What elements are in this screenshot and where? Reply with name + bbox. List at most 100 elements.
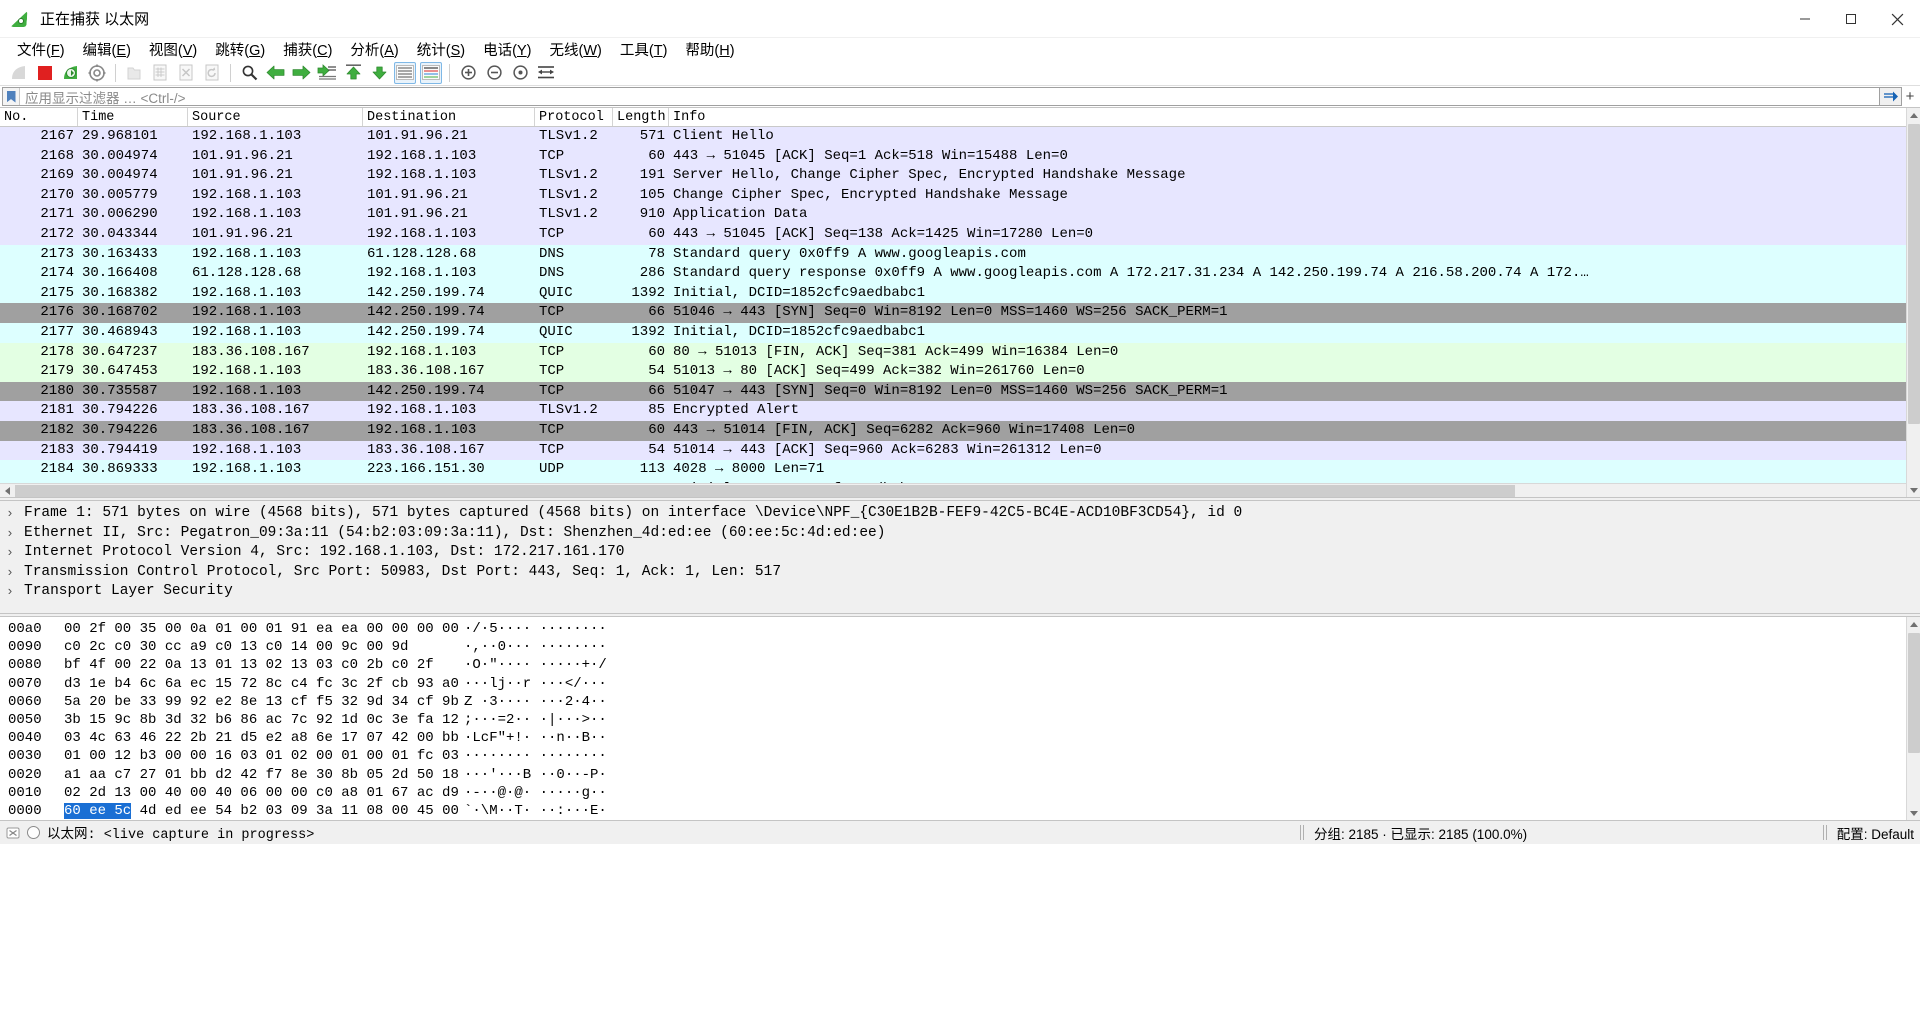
detail-row[interactable]: › Frame 1: 571 bytes on wire (4568 bits),… [0, 504, 1920, 524]
cell-info: 80 → 51013 [FIN, ACK] Seq=381 Ack=499 Wi… [673, 343, 1119, 360]
zoom-out-icon[interactable] [483, 62, 505, 84]
table-row[interactable]: 2179 30.647453 192.168.1.103 183.36.108.167… [0, 362, 1920, 382]
vscroll-thumb[interactable] [1908, 124, 1920, 424]
zoom-in-icon[interactable] [457, 62, 479, 84]
table-row[interactable]: 2175 30.168382 192.168.1.103 142.250.199.74… [0, 283, 1920, 304]
autoscroll-icon[interactable] [394, 61, 416, 84]
expand-chevron-right-icon[interactable]: › [6, 543, 24, 563]
table-row[interactable]: 2182 30.794226 183.36.108.167 192.168.1.103… [0, 420, 1920, 441]
table-row[interactable]: 2181 30.794226 183.36.108.167 192.168.1.103… [0, 401, 1920, 421]
table-row[interactable]: 2174 30.166408 61.128.128.68 192.168.1.103 D… [0, 264, 1920, 284]
menu-a[interactable]: 分析(A) [341, 38, 407, 61]
hex-row[interactable]: 0060 5a 20 be 33 99 92 e2 8e 13 cf f5 32 … [0, 693, 1920, 711]
detail-row[interactable]: › Internet Protocol Version 4, Src: 192.1… [0, 543, 1920, 563]
hex-vscrollbar[interactable] [1906, 617, 1920, 821]
menu-s[interactable]: 统计(S) [408, 38, 474, 61]
column-header-protocol[interactable]: Protocol [535, 108, 613, 126]
table-row[interactable]: 2167 29.968101 192.168.1.103 101.91.96.21 TL… [0, 127, 1920, 147]
menu-c[interactable]: 捕获(C) [274, 38, 341, 61]
go-back-icon[interactable] [264, 62, 286, 84]
table-row[interactable]: 2168 30.004974 101.91.96.21 192.168.1.103 TC… [0, 146, 1920, 167]
table-row[interactable]: 2176 30.168702 192.168.1.103 142.250.199.74… [0, 303, 1920, 323]
go-forward-icon[interactable] [290, 62, 312, 84]
expand-chevron-right-icon[interactable]: › [6, 563, 24, 583]
table-row[interactable]: 2183 30.794419 192.168.1.103 183.36.108.167… [0, 440, 1920, 461]
menu-e[interactable]: 编辑(E) [74, 38, 140, 61]
column-header-source[interactable]: Source [188, 108, 363, 126]
go-to-first-icon[interactable] [342, 62, 364, 84]
hscroll-left-arrow-icon[interactable] [0, 484, 14, 497]
packet-details-pane[interactable]: › Frame 1: 571 bytes on wire (4568 bits),… [0, 501, 1920, 613]
detail-row[interactable]: › Transport Layer Security [0, 582, 1920, 602]
cell-no: 2180 [40, 382, 74, 399]
capture-status-icon[interactable] [27, 826, 40, 840]
stop-capture-icon[interactable] [34, 62, 56, 84]
hscroll-thumb[interactable] [15, 485, 1515, 497]
column-header-info[interactable]: Info [669, 108, 1920, 126]
expand-chevron-right-icon[interactable]: › [6, 524, 24, 544]
hex-row[interactable]: 0090 c0 2c c0 30 cc a9 c0 13 c0 14 00 9c … [0, 638, 1920, 656]
display-filter-input[interactable]: 应用显示过滤器 … <Ctrl-/> [2, 87, 1880, 106]
hex-row[interactable]: 0040 03 4c 63 46 22 2b 21 d5 e2 a8 6e 17 … [0, 729, 1920, 747]
add-filter-button[interactable]: + [1902, 88, 1918, 105]
hex-vscroll-down-arrow-icon[interactable] [1907, 806, 1920, 821]
table-row[interactable]: 2172 30.043344 101.91.96.21 192.168.1.103 TC… [0, 224, 1920, 245]
hex-row[interactable]: 00a0 00 2f 00 35 00 0a 01 00 01 91 ea ea … [0, 620, 1920, 638]
packet-bytes-pane[interactable]: 00a0 00 2f 00 35 00 0a 01 00 01 91 ea ea … [0, 617, 1920, 821]
find-packet-icon[interactable] [238, 62, 260, 84]
cell-source: 192.168.1.103 [192, 461, 302, 478]
menu-w[interactable]: 无线(W) [540, 38, 610, 61]
column-header-length[interactable]: Length [613, 108, 669, 126]
profile-label[interactable]: 配置: Default [1837, 823, 1914, 843]
menu-t[interactable]: 工具(T) [611, 38, 677, 61]
table-row[interactable]: 2178 30.647237 183.36.108.167 192.168.1.103… [0, 342, 1920, 363]
menu-v[interactable]: 视图(V) [140, 38, 206, 61]
vscroll-up-arrow-icon[interactable] [1907, 108, 1920, 122]
menu-y[interactable]: 电话(Y) [474, 38, 540, 61]
apply-filter-arrow-icon[interactable] [1880, 86, 1902, 106]
table-row[interactable]: 2170 30.005779 192.168.1.103 101.91.96.21 TL… [0, 185, 1920, 206]
table-row[interactable]: 2180 30.735587 192.168.1.103 142.250.199.74… [0, 381, 1920, 402]
hex-row[interactable]: 0000 60 ee 5c 4d ed ee 54 b2 03 09 3a 11 … [0, 802, 1920, 820]
menu-g[interactable]: 跳转(G) [206, 38, 274, 61]
restart-capture-icon[interactable] [60, 62, 82, 84]
packet-list-body[interactable]: 2167 29.968101 192.168.1.103 101.91.96.21 TL… [0, 127, 1920, 483]
colorize-icon[interactable] [420, 61, 442, 84]
table-row[interactable]: 2171 30.006290 192.168.1.103 101.91.96.21 TL… [0, 205, 1920, 225]
bookmark-icon[interactable] [3, 88, 20, 105]
zoom-reset-icon[interactable] [509, 62, 531, 84]
resize-columns-icon[interactable] [535, 62, 557, 84]
column-header-no[interactable]: No. [0, 108, 78, 126]
hex-vscroll-thumb[interactable] [1908, 633, 1920, 753]
column-header-time[interactable]: Time [78, 108, 188, 126]
capture-options-icon[interactable] [86, 62, 108, 84]
cell-length: 60 [648, 421, 665, 438]
detail-row[interactable]: › Transmission Control Protocol, Src Port… [0, 563, 1920, 583]
hex-row[interactable]: 0010 02 2d 13 00 40 00 40 06 00 00 c0 a8 … [0, 784, 1920, 802]
expand-chevron-right-icon[interactable]: › [6, 582, 24, 602]
go-to-packet-icon[interactable] [316, 62, 338, 84]
table-row[interactable]: 2173 30.163433 192.168.1.103 61.128.128.68 D… [0, 244, 1920, 265]
packet-list-vscrollbar[interactable] [1906, 108, 1920, 497]
packet-list-hscrollbar[interactable] [0, 483, 1920, 497]
hex-vscroll-up-arrow-icon[interactable] [1907, 617, 1920, 631]
table-row[interactable]: 2177 30.468943 192.168.1.103 142.250.199.74… [0, 322, 1920, 343]
menu-h[interactable]: 帮助(H) [676, 38, 743, 61]
detail-row[interactable]: › Ethernet II, Src: Pegatron_09:3a:11 (54… [0, 524, 1920, 544]
expert-info-icon[interactable] [6, 826, 20, 840]
hex-row[interactable]: 0030 01 00 12 b3 00 00 16 03 01 02 00 01 … [0, 747, 1920, 765]
hex-row[interactable]: 0020 a1 aa c7 27 01 bb d2 42 f7 8e 30 8b … [0, 766, 1920, 784]
hex-row[interactable]: 0080 bf 4f 00 22 0a 13 01 13 02 13 03 c0 … [0, 656, 1920, 674]
close-button[interactable] [1874, 0, 1920, 38]
vscroll-down-arrow-icon[interactable] [1907, 483, 1920, 497]
go-to-last-icon[interactable] [368, 62, 390, 84]
menu-f[interactable]: 文件(F) [8, 38, 74, 61]
expand-chevron-right-icon[interactable]: › [6, 504, 24, 524]
hex-row[interactable]: 0050 3b 15 9c 8b 3d 32 b6 86 ac 7c 92 1d … [0, 711, 1920, 729]
column-header-destination[interactable]: Destination [363, 108, 535, 126]
hex-row[interactable]: 0070 d3 1e b4 6c 6a ec 15 72 8c c4 fc 3c … [0, 675, 1920, 693]
table-row[interactable]: 2184 30.869333 192.168.1.103 223.166.151.30… [0, 460, 1920, 480]
table-row[interactable]: 2169 30.004974 101.91.96.21 192.168.1.103 TL… [0, 166, 1920, 186]
minimize-button[interactable] [1782, 0, 1828, 38]
maximize-button[interactable] [1828, 0, 1874, 38]
